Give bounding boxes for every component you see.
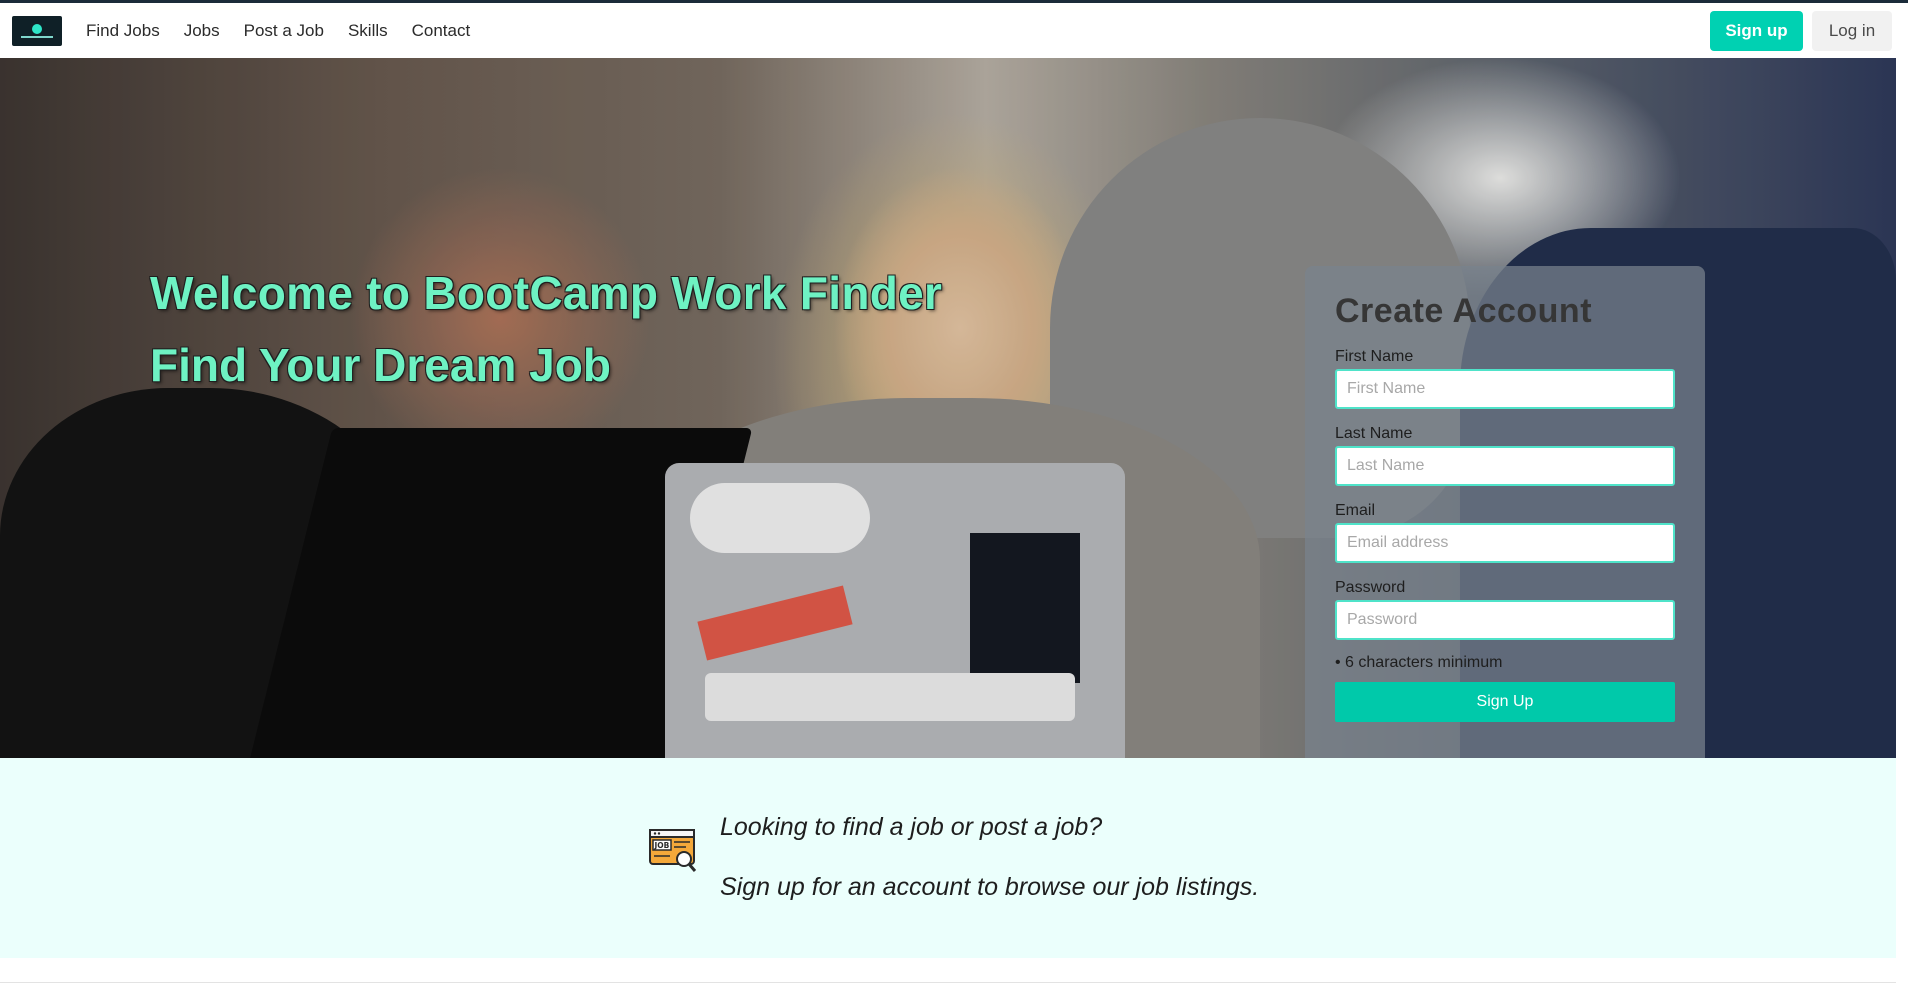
nav-link-find-jobs[interactable]: Find Jobs	[74, 2, 172, 60]
logo-wordmark	[21, 35, 53, 38]
password-label: Password	[1335, 579, 1406, 596]
top-navbar: Find Jobs Jobs Post a Job Skills Contact…	[0, 0, 1908, 58]
footer-divider	[0, 982, 1896, 983]
hero-subtitle: Find Your Dream Job	[150, 339, 611, 391]
hero-section: Welcome to BootCamp Work Finder Find You…	[0, 58, 1896, 758]
nav-link-contact[interactable]: Contact	[400, 2, 483, 60]
submit-signup-button[interactable]: Sign Up	[1335, 682, 1675, 722]
logo[interactable]	[12, 15, 62, 46]
logo-mark-icon	[32, 23, 42, 34]
password-hint: • 6 characters minimum	[1335, 654, 1503, 671]
job-icon-label: JOB	[654, 841, 670, 850]
nav-auth-buttons: Sign up Log in	[1710, 11, 1892, 51]
info-section: JOB Looking to find a job or post a job?…	[0, 758, 1896, 958]
signup-button[interactable]: Sign up	[1710, 11, 1803, 51]
page-scrollbar[interactable]	[1896, 58, 1908, 998]
login-button[interactable]: Log in	[1812, 11, 1892, 51]
email-label: Email	[1335, 502, 1376, 519]
job-search-icon: JOB	[649, 829, 697, 872]
info-question: Looking to find a job or post a job?	[720, 813, 1103, 841]
password-field[interactable]	[1335, 600, 1675, 640]
first-name-field[interactable]	[1335, 369, 1675, 409]
nav-links: Find Jobs Jobs Post a Job Skills Contact	[74, 2, 482, 60]
first-name-label: First Name	[1335, 348, 1414, 365]
nav-link-jobs[interactable]: Jobs	[172, 2, 232, 60]
form-title: Create Account	[1335, 292, 1593, 330]
info-call-to-action: Sign up for an account to browse our job…	[720, 873, 1260, 901]
email-field[interactable]	[1335, 523, 1675, 563]
nav-link-skills[interactable]: Skills	[336, 2, 400, 60]
last-name-field[interactable]	[1335, 446, 1675, 486]
create-account-form: Create Account First Name Last Name Emai…	[1305, 266, 1705, 758]
last-name-label: Last Name	[1335, 425, 1413, 442]
nav-link-post-a-job[interactable]: Post a Job	[232, 2, 336, 60]
hero-title: Welcome to BootCamp Work Finder	[150, 267, 943, 319]
